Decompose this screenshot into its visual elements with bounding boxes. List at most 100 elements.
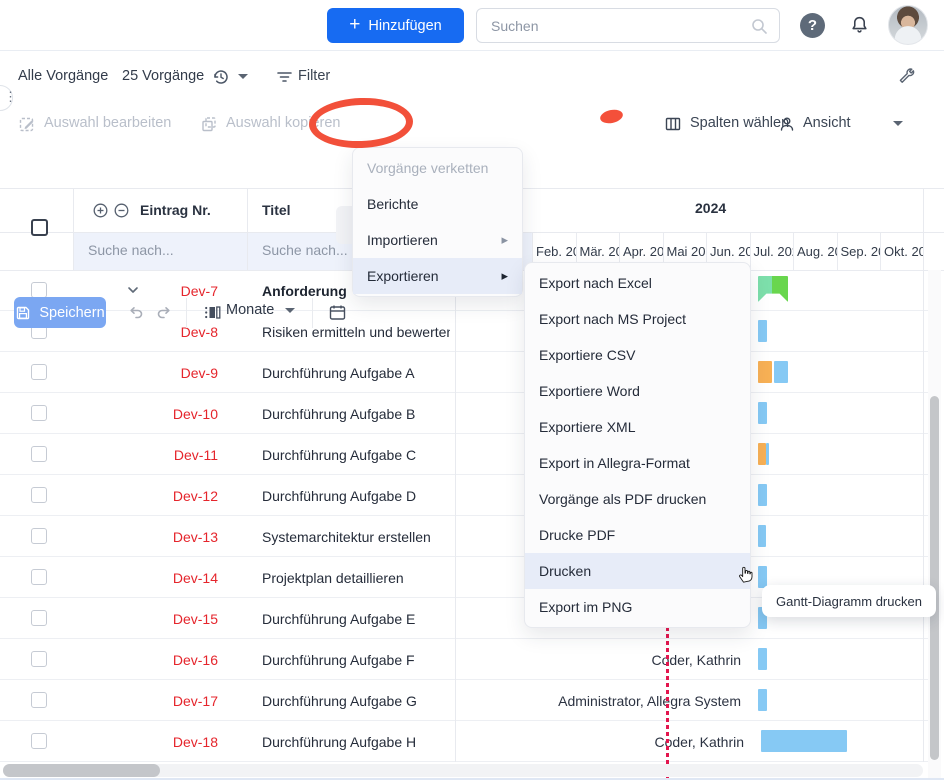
vertical-scrollbar-thumb[interactable] [930,396,939,760]
gantt-bar-summary[interactable] [758,276,788,302]
submenu-item-label: Exportiere XML [539,419,635,435]
submenu-item[interactable]: Export in Allegra-Format [525,445,750,481]
row-checkbox[interactable] [31,528,47,544]
save-icon [15,305,31,321]
gantt-bar-blue[interactable] [758,689,767,711]
redo-icon[interactable] [155,303,174,322]
row-checkbox[interactable] [31,364,47,380]
row-id-link[interactable]: Dev-7 [85,283,218,299]
submenu-item[interactable]: Exportiere XML [525,409,750,445]
row-checkbox[interactable] [31,651,47,667]
scope-label[interactable]: Alle Vorgänge [18,68,108,84]
select-all-checkbox[interactable] [31,219,48,236]
filter-icon[interactable] [276,69,293,85]
row-checkbox[interactable] [31,733,47,749]
avatar[interactable] [888,5,928,45]
menu-item[interactable]: Importieren ▸ [353,222,522,258]
row-checkbox[interactable] [31,569,47,585]
row-id-link[interactable]: Dev-10 [85,406,218,422]
month-label: Apr. 2024 [623,244,663,259]
add-button-label: Hinzufügen [368,18,441,34]
row-title: Projektplan detaillieren [262,570,450,586]
gantt-bar-blue[interactable] [758,525,766,547]
row-id-link[interactable]: Dev-8 [85,324,218,340]
row-checkbox[interactable] [31,405,47,421]
gantt-bar-blue[interactable] [774,361,788,383]
submenu-item-label: Export nach Excel [539,275,652,291]
collapse-all-icon[interactable] [113,202,130,219]
title-search-input[interactable]: Suche nach... [262,242,348,258]
month-header-cell: Sep. 2024 [837,233,881,270]
submenu-item[interactable]: Drucke PDF [525,517,750,553]
undo-icon[interactable] [126,303,145,322]
row-checkbox[interactable] [31,282,47,298]
submenu-item[interactable]: Export nach Excel [525,265,750,301]
row-title: Systemarchitektur erstellen [262,529,450,545]
edit-selection-button[interactable]: Auswahl bearbeiten [44,115,171,131]
row-checkbox[interactable] [31,487,47,503]
search-input[interactable] [491,9,741,42]
menu-item: Vorgänge verketten ▸ [353,150,522,186]
top-bar: + Hinzufügen ? [0,0,944,51]
gantt-bar-blue[interactable] [758,566,767,588]
gantt-bar-orange[interactable] [758,361,772,383]
calendar-icon[interactable] [328,303,347,322]
gantt-bar-blue[interactable] [766,443,769,465]
row-id-link[interactable]: Dev-15 [85,611,218,627]
columns-icon [664,115,682,133]
row-title: Durchführung Aufgabe G [262,693,450,709]
history-caret-icon[interactable] [238,74,248,79]
choose-columns-button[interactable]: Spalten wählen [690,115,789,131]
row-id-link[interactable]: Dev-11 [85,447,218,463]
menu-item-label: Vorgänge verketten [367,160,501,176]
menu-item-label: Importieren [367,232,501,248]
gantt-bar-blue[interactable] [758,648,767,670]
add-button[interactable]: + Hinzufügen [327,8,464,43]
row-id-link[interactable]: Dev-9 [85,365,218,381]
tooltip-text: Gantt-Diagramm drucken [776,594,922,609]
horizontal-scrollbar-thumb[interactable] [3,764,160,777]
submenu-item[interactable]: Export nach MS Project [525,301,750,337]
gantt-bar-blue[interactable] [761,730,847,752]
submenu-item[interactable]: Vorgänge als PDF drucken [525,481,750,517]
month-label: Aug. 2024 [797,244,837,259]
copy-selection-button[interactable]: Auswahl kopieren [226,115,340,131]
filter-label[interactable]: Filter [298,68,330,84]
entry-column-header[interactable]: Eintrag Nr. [92,188,211,232]
tooltip: Gantt-Diagramm drucken [762,585,936,617]
submenu-item[interactable]: Drucken [525,553,750,589]
scale-select[interactable]: Monate [226,302,274,318]
submenu-item[interactable]: Exportiere CSV [525,337,750,373]
expand-all-icon[interactable] [92,202,109,219]
row-title: Durchführung Aufgabe A [262,365,450,381]
title-column-header[interactable]: Titel [262,188,291,232]
row-checkbox[interactable] [31,692,47,708]
gantt-bar-orange[interactable] [758,443,766,465]
save-button[interactable]: Speichern [14,297,106,328]
row-id-link[interactable]: Dev-18 [85,734,218,750]
filter-bar: Alle Vorgänge 25 Vorgänge Filter [0,51,944,102]
bell-icon[interactable] [849,14,870,36]
view-button[interactable]: Ansicht [803,115,851,131]
row-checkbox[interactable] [31,610,47,626]
menu-item[interactable]: Exportieren ▸ [353,258,522,294]
menu-item[interactable]: Berichte ▸ [353,186,522,222]
wrench-icon[interactable] [897,66,915,84]
help-icon[interactable]: ? [800,13,825,38]
row-id-link[interactable]: Dev-16 [85,652,218,668]
submenu-item[interactable]: Export im PNG [525,589,750,625]
row-id-link[interactable]: Dev-14 [85,570,218,586]
entry-search-input[interactable]: Suche nach... [88,242,174,258]
gantt-bar-blue[interactable] [758,320,767,342]
row-id-link[interactable]: Dev-12 [85,488,218,504]
row-title: Durchführung Aufgabe F [262,652,450,668]
gantt-bar-blue[interactable] [758,484,767,506]
gantt-bar-blue[interactable] [758,402,767,424]
row-checkbox[interactable] [31,446,47,462]
submenu-item[interactable]: Exportiere Word [525,373,750,409]
history-icon[interactable] [212,68,230,86]
row-id-link[interactable]: Dev-13 [85,529,218,545]
table-row: Dev-12 Durchführung Aufgabe D [0,475,930,516]
col-border-2 [247,188,248,270]
row-id-link[interactable]: Dev-17 [85,693,218,709]
